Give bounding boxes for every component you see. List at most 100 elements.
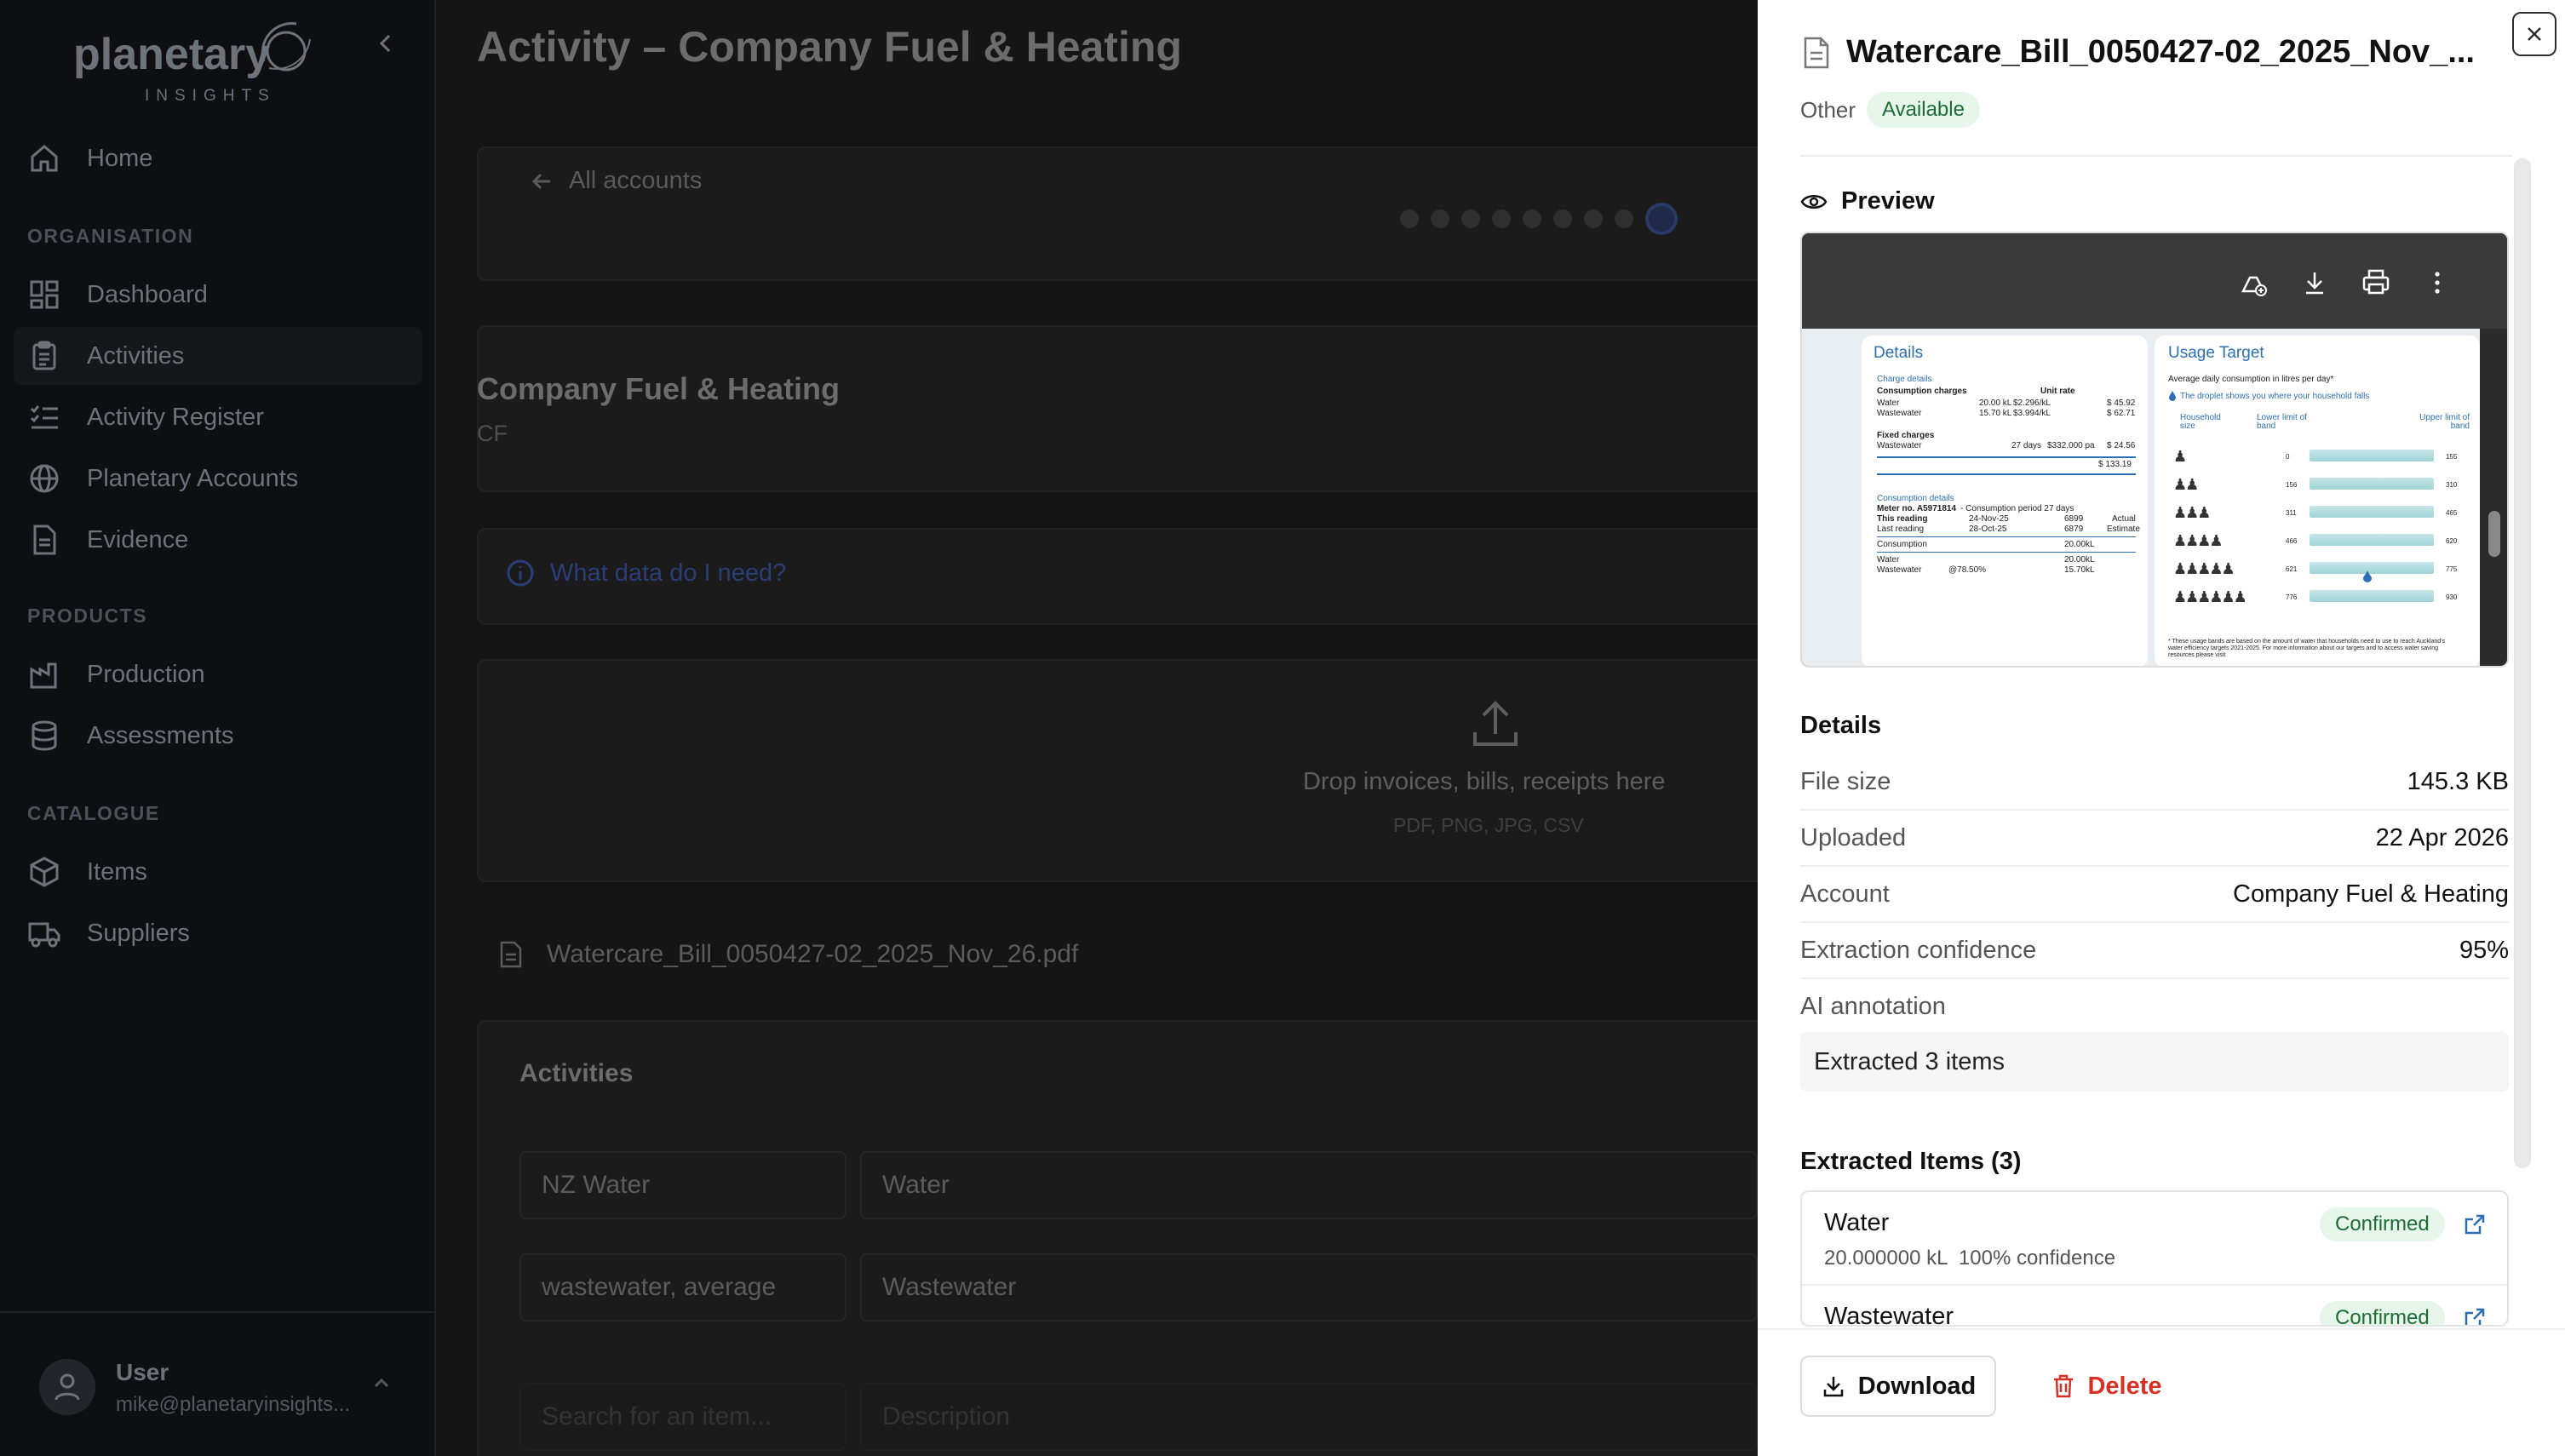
activity-desc-cell[interactable]: Wastewater: [860, 1253, 1758, 1321]
document-icon: [33, 525, 56, 555]
stepper-dot[interactable]: [1431, 209, 1449, 228]
sidebar-item-planetary-accounts[interactable]: Planetary Accounts: [14, 450, 422, 507]
delete-button-label: Delete: [2087, 1372, 2162, 1400]
sidebar: planetary INSIGHTS Home ORGANISATION Das…: [0, 0, 436, 1456]
bill-rule: [1877, 552, 2136, 553]
item-search-input[interactable]: Search for an item...: [519, 1383, 846, 1451]
download-icon[interactable]: [2299, 267, 2330, 298]
activities-heading: Activities: [519, 1059, 634, 1087]
bill-text: Wastewater: [1877, 441, 1922, 450]
back-to-accounts-link[interactable]: All accounts: [530, 167, 702, 195]
household-size-figure: ♟♟♟♟♟: [2173, 560, 2235, 577]
band-upper: 775: [2446, 565, 2458, 573]
sidebar-item-production[interactable]: Production: [14, 645, 422, 703]
external-link-icon[interactable]: [2463, 1306, 2487, 1327]
user-menu[interactable]: User mike@planetaryinsights...: [0, 1311, 434, 1456]
stepper-dot[interactable]: [1615, 209, 1633, 228]
file-icon: [500, 941, 522, 968]
sidebar-item-suppliers[interactable]: Suppliers: [14, 904, 422, 962]
extracted-item[interactable]: Water 20.000000 kL 100% confidence Confi…: [1802, 1192, 2507, 1286]
file-icon: [1804, 37, 1829, 69]
extracted-item[interactable]: Wastewater Confirmed: [1802, 1286, 2507, 1327]
bill-text: 6899: [2064, 514, 2084, 524]
household-size-figure: ♟: [2173, 448, 2187, 465]
activity-desc-cell[interactable]: Water: [860, 1151, 1758, 1219]
bill-text: $ 24.56: [2107, 441, 2136, 450]
list-check-icon: [30, 405, 58, 429]
sidebar-item-activities[interactable]: Activities: [14, 327, 422, 385]
band-lower: 156: [2286, 481, 2298, 489]
extracted-items-list: Water 20.000000 kL 100% confidence Confi…: [1800, 1190, 2509, 1327]
download-button[interactable]: Download: [1800, 1356, 1996, 1417]
account-stepper: [1400, 203, 1690, 235]
collapse-sidebar-chevron-icon[interactable]: [373, 31, 399, 56]
sidebar-item-activity-register[interactable]: Activity Register: [14, 388, 422, 446]
stepper-dot[interactable]: [1553, 209, 1572, 228]
band-bar: [2310, 590, 2434, 602]
dashboard-icon: [30, 280, 59, 309]
item-status-badge: Confirmed: [2320, 1207, 2445, 1241]
status-badge: Available: [1867, 92, 1980, 128]
factory-icon: [30, 662, 57, 689]
household-size-figure: ♟♟♟: [2173, 504, 2211, 521]
pdf-viewer-gutter: [2480, 329, 2507, 666]
bill-text: Lower limit of band: [2257, 413, 2307, 431]
bill-text: $ 45.92: [2107, 398, 2136, 408]
chevron-up-icon[interactable]: [371, 1373, 392, 1393]
what-data-link[interactable]: What data do I need?: [506, 559, 786, 588]
preview-scrollbar-thumb[interactable]: [2488, 511, 2500, 557]
detail-value: 145.3 KB: [2407, 767, 2509, 795]
sidebar-item-label: Activity Register: [87, 403, 264, 431]
activity-item-cell[interactable]: NZ Water: [519, 1151, 846, 1219]
bill-text: Water: [1877, 398, 1900, 408]
detail-row-account: Account Company Fuel & Heating: [1800, 867, 2509, 923]
bill-text: Average daily consumption in litres per …: [2168, 375, 2334, 384]
stepper-dot[interactable]: [1584, 209, 1603, 228]
band-bar: [2310, 534, 2434, 546]
external-link-icon[interactable]: [2463, 1212, 2487, 1236]
info-icon: [507, 559, 534, 587]
drawer-scrollbar-thumb[interactable]: [2516, 160, 2529, 1168]
delete-button[interactable]: Delete: [2022, 1356, 2192, 1417]
logo[interactable]: planetary INSIGHTS: [73, 17, 329, 105]
more-options-icon[interactable]: [2422, 267, 2453, 298]
what-data-link-label: What data do I need?: [550, 559, 787, 587]
sidebar-item-home[interactable]: Home: [14, 129, 422, 187]
sidebar-item-label: Assessments: [87, 721, 234, 749]
stepper-dot[interactable]: [1492, 209, 1511, 228]
bill-text: Household size: [2180, 413, 2221, 431]
print-icon[interactable]: [2361, 267, 2391, 298]
nav-section-catalogue: CATALOGUE: [27, 802, 160, 824]
sidebar-item-items[interactable]: Items: [14, 843, 422, 901]
nav-section-products: PRODUCTS: [27, 605, 148, 627]
detail-row-extraction-confidence: Extraction confidence 95%: [1800, 923, 2509, 979]
sidebar-item-evidence[interactable]: Evidence: [14, 511, 422, 569]
bill-text: 6879: [2064, 525, 2084, 534]
bill-footnote: * These usage bands are based on the amo…: [2168, 639, 2445, 658]
stepper-dot[interactable]: [1461, 209, 1480, 228]
sidebar-item-label: Activities: [87, 341, 185, 370]
uploaded-file-row[interactable]: Watercare_Bill_0050427-02_2025_Nov_26.pd…: [499, 940, 1078, 969]
document-preview[interactable]: Details Charge details Consumption charg…: [1800, 232, 2509, 668]
preview-heading-label: Preview: [1841, 187, 1935, 215]
stepper-dot[interactable]: [1400, 209, 1419, 228]
bill-text: 24-Nov-25: [1969, 514, 2009, 524]
stepper-dot-active[interactable]: [1645, 203, 1678, 235]
stepper-dot[interactable]: [1523, 209, 1541, 228]
band-upper: 465: [2446, 509, 2458, 517]
detail-key: File size: [1800, 767, 1891, 795]
bill-text: Estimate: [2107, 525, 2140, 534]
clipboard-icon: [32, 341, 56, 370]
bill-text: Charge details: [1877, 375, 1932, 384]
bill-text: Wastewater: [1877, 565, 1922, 575]
sidebar-item-assessments[interactable]: Assessments: [14, 707, 422, 765]
close-drawer-button[interactable]: [2512, 12, 2556, 56]
description-input[interactable]: Description: [860, 1383, 1758, 1451]
add-to-drive-icon[interactable]: [2238, 267, 2269, 298]
sidebar-item-dashboard[interactable]: Dashboard: [14, 266, 422, 324]
sidebar-item-label: Evidence: [87, 525, 189, 553]
trash-icon: [2054, 1374, 2074, 1398]
evidence-type: Other: [1800, 97, 1856, 123]
activity-item-cell[interactable]: wastewater, average: [519, 1253, 846, 1321]
bill-text: Fixed charges: [1877, 431, 1935, 440]
